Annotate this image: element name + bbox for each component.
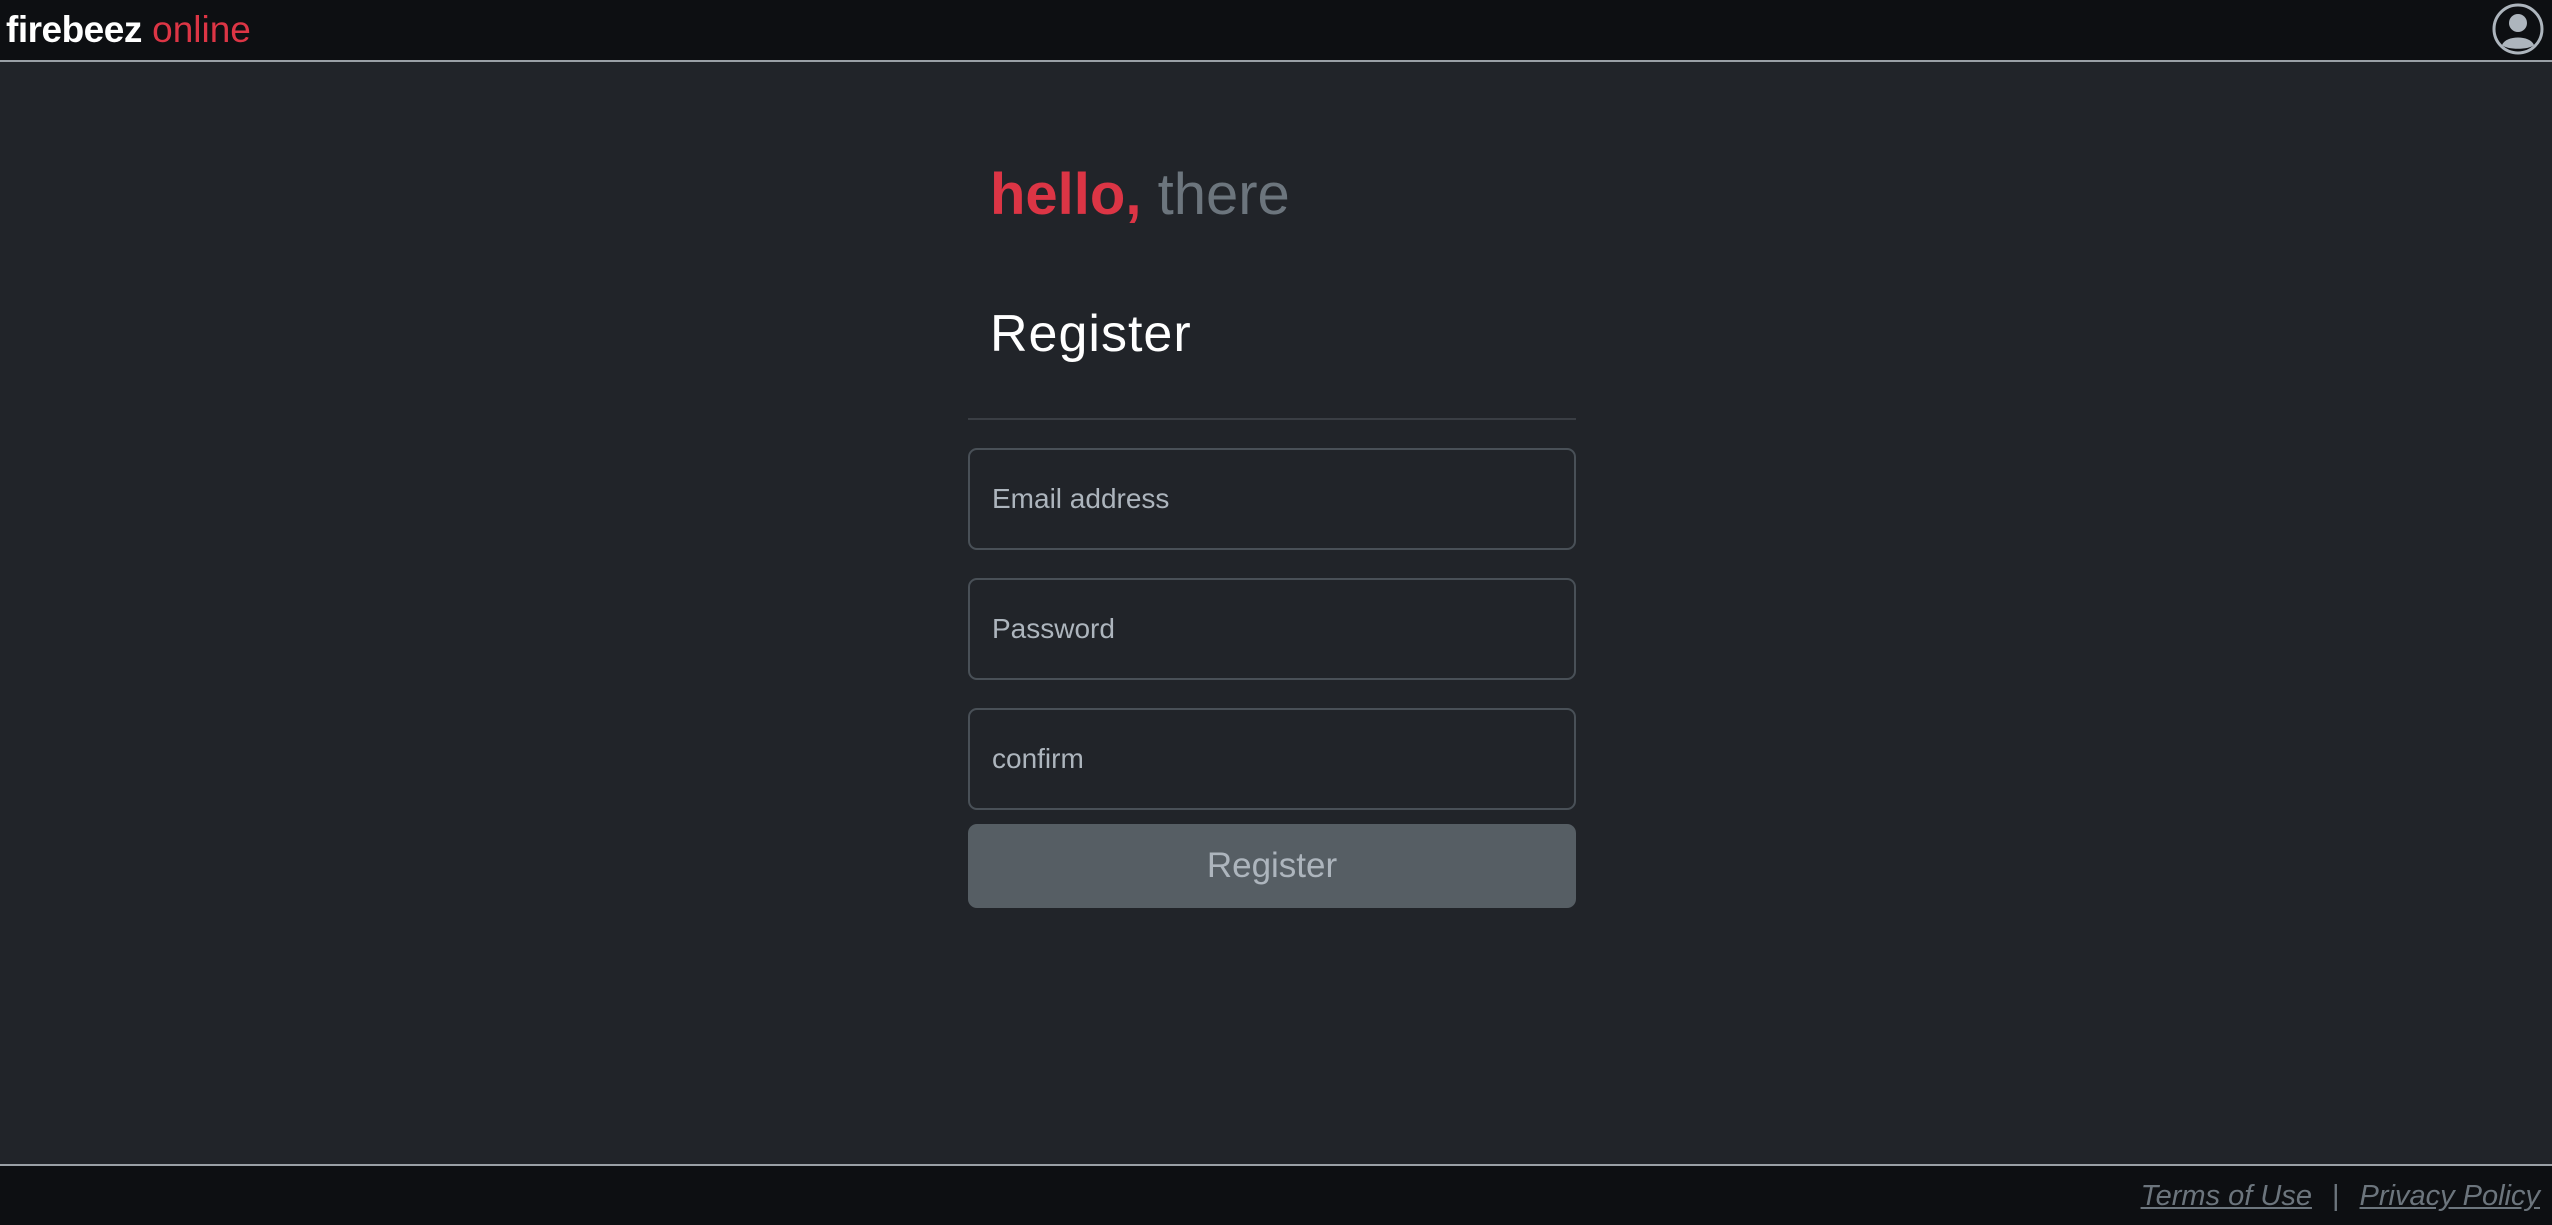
email-field[interactable]: [968, 448, 1576, 550]
footer-separator: |: [2331, 1180, 2340, 1212]
greeting-heading: hello, there: [968, 150, 1576, 240]
brand-suffix: online: [152, 9, 251, 50]
divider: [968, 418, 1576, 420]
greeting-strong: hello,: [990, 162, 1142, 227]
confirm-password-field[interactable]: [968, 708, 1576, 810]
footer: Terms of Use | Privacy Policy: [0, 1164, 2552, 1225]
register-panel: hello, there Register Register: [968, 150, 1576, 908]
privacy-policy-link[interactable]: Privacy Policy: [2360, 1180, 2541, 1212]
user-circle-icon[interactable]: [2492, 3, 2544, 55]
brand-logo[interactable]: firebeez online: [6, 8, 251, 52]
top-navbar: firebeez online: [0, 0, 2552, 62]
footer-links: Terms of Use | Privacy Policy: [2141, 1178, 2540, 1214]
greeting-light: there: [1157, 162, 1290, 227]
password-field[interactable]: [968, 578, 1576, 680]
form-title: Register: [990, 305, 1192, 363]
terms-of-use-link[interactable]: Terms of Use: [2141, 1180, 2312, 1212]
register-button[interactable]: Register: [968, 824, 1576, 908]
brand-name: firebeez: [6, 9, 142, 50]
